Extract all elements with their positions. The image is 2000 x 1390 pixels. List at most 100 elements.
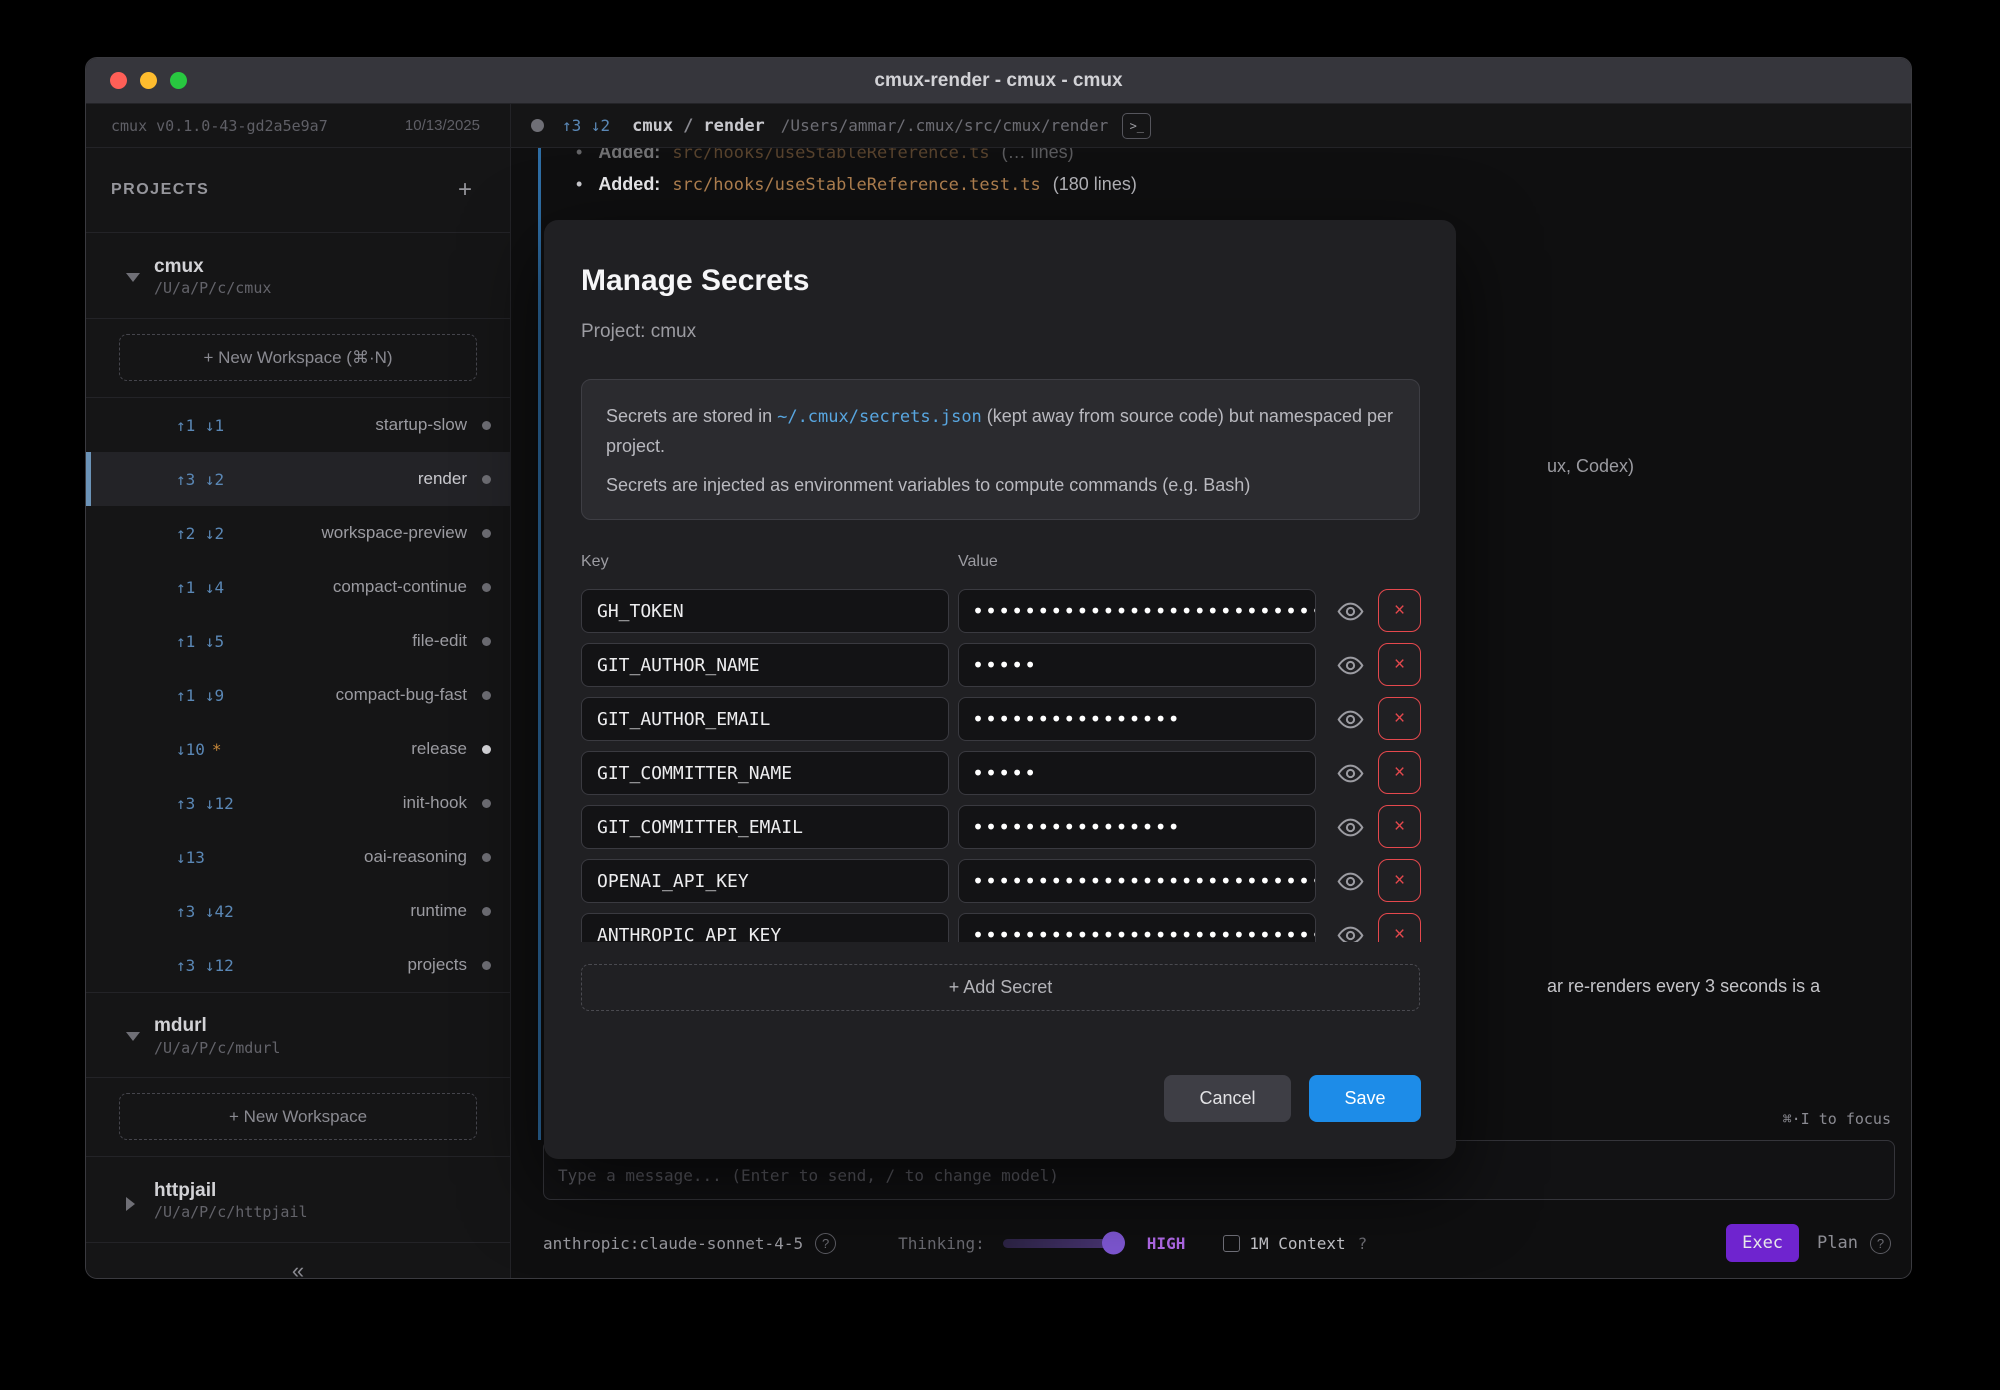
context-1m-checkbox[interactable]	[1223, 1235, 1240, 1252]
workspace-name: startup-slow	[375, 415, 467, 435]
secret-value-input[interactable]: ••••••••••••••••••••••••••••••	[958, 913, 1316, 942]
new-workspace-button[interactable]: + New Workspace	[119, 1093, 477, 1140]
zoom-window-button[interactable]	[170, 72, 187, 89]
close-window-button[interactable]	[110, 72, 127, 89]
eye-icon[interactable]	[1337, 706, 1364, 733]
secret-value-input[interactable]: •••••	[958, 643, 1316, 687]
context-help-icon[interactable]: ?	[1358, 1234, 1368, 1253]
secret-value-input[interactable]: ••••••••••••••••••••••••••••••	[958, 589, 1316, 633]
workspace-name: release	[411, 739, 467, 759]
file-path-link[interactable]: src/hooks/useStableReference.test.ts	[672, 175, 1040, 195]
model-help-icon[interactable]: ?	[815, 1233, 836, 1254]
add-project-icon[interactable]: +	[458, 176, 472, 204]
sidebar-item-file-edit[interactable]: ↑1 ↓5 file-edit	[86, 614, 510, 668]
terminal-icon[interactable]: >_	[1122, 113, 1151, 139]
eye-icon[interactable]	[1337, 598, 1364, 625]
exec-mode-button[interactable]: Exec	[1726, 1224, 1799, 1262]
secret-row: •••••••••••••••• ×	[544, 805, 1456, 849]
thinking-level-badge: HIGH	[1147, 1234, 1186, 1253]
secret-key-input[interactable]	[581, 859, 949, 903]
secret-key-input[interactable]	[581, 589, 949, 633]
remove-secret-button[interactable]: ×	[1378, 643, 1421, 686]
remove-secret-button[interactable]: ×	[1378, 859, 1421, 902]
remove-secret-button[interactable]: ×	[1378, 589, 1421, 632]
project-name: httpjail	[154, 1178, 308, 1204]
breadcrumb-workspace[interactable]: render	[703, 116, 764, 136]
plan-mode-button[interactable]: Plan	[1817, 1233, 1858, 1253]
secret-row: ••••• ×	[544, 751, 1456, 795]
secret-key-input[interactable]	[581, 913, 949, 942]
secret-value-input[interactable]: ••••••••••••••••••••••••••••••	[958, 859, 1316, 903]
workspace-git-stats: ↓10	[176, 740, 205, 759]
workspace-status-dot	[482, 529, 491, 538]
occluded-text-fragment: ar re-renders every 3 seconds is a	[1547, 976, 1820, 997]
secret-value-input[interactable]: ••••••••••••••••	[958, 805, 1316, 849]
minimize-window-button[interactable]	[140, 72, 157, 89]
eye-icon[interactable]	[1337, 652, 1364, 679]
secrets-info-box: Secrets are stored in ~/.cmux/secrets.js…	[581, 379, 1420, 520]
breadcrumb-project[interactable]: cmux	[632, 116, 673, 136]
sidebar-item-projects[interactable]: ↑3 ↓12 projects	[86, 938, 510, 992]
statusbar: anthropic:claude-sonnet-4-5 ? Thinking: …	[543, 1218, 1891, 1268]
new-workspace-button[interactable]: + New Workspace (⌘·N)	[119, 334, 477, 381]
secret-value-input[interactable]: ••••••••••••••••	[958, 697, 1316, 741]
secret-row: •••••••••••••••• ×	[544, 697, 1456, 741]
slider-knob[interactable]	[1102, 1232, 1125, 1255]
secret-key-input[interactable]	[581, 697, 949, 741]
sidebar-item-oai-reasoning[interactable]: ↓13 oai-reasoning	[86, 830, 510, 884]
traffic-lights	[110, 72, 187, 89]
sidebar: cmux v0.1.0-43-gd2a5e9a7 10/13/2025 PROJ…	[86, 104, 511, 1278]
workspace-git-stats: ↑3 ↓42	[176, 902, 234, 921]
sidebar-project-mdurl[interactable]: mdurl /U/a/P/c/mdurl	[86, 992, 510, 1078]
remove-secret-button[interactable]: ×	[1378, 751, 1421, 794]
secret-key-input[interactable]	[581, 805, 949, 849]
chevron-right-icon[interactable]	[126, 1197, 135, 1211]
sidebar-item-render[interactable]: ↑3 ↓2 render	[86, 452, 510, 506]
workspace-name: compact-continue	[333, 577, 467, 597]
sidebar-item-init-hook[interactable]: ↑3 ↓12 init-hook	[86, 776, 510, 830]
workspace-git-stats: ↑3 ↓12	[176, 794, 234, 813]
eye-icon[interactable]	[1337, 922, 1364, 942]
secret-key-input[interactable]	[581, 751, 949, 795]
eye-icon[interactable]	[1337, 868, 1364, 895]
added-file-line: • Added: src/hooks/useStableReference.te…	[576, 174, 1137, 195]
thinking-label: Thinking:	[898, 1234, 985, 1253]
git-stats: ↑3 ↓2	[562, 116, 610, 135]
workspace-status-dot	[482, 637, 491, 646]
breadcrumb-separator: /	[683, 116, 693, 136]
sidebar-item-compact-continue[interactable]: ↑1 ↓4 compact-continue	[86, 560, 510, 614]
mode-help-icon[interactable]: ?	[1870, 1233, 1891, 1254]
add-secret-button[interactable]: + Add Secret	[581, 964, 1420, 1011]
remove-secret-button[interactable]: ×	[1378, 697, 1421, 740]
secrets-list: •••••••••••••••••••••••••••••• × ••••• ×…	[544, 589, 1456, 942]
workspace-status-dot	[482, 583, 491, 592]
sidebar-item-release[interactable]: ↓10 * release	[86, 722, 510, 776]
workspace-name: init-hook	[403, 793, 467, 813]
sidebar-item-startup-slow[interactable]: ↑1 ↓1 startup-slow	[86, 398, 510, 452]
workspace-name: runtime	[410, 901, 467, 921]
workspace-status-dot	[482, 799, 491, 808]
secret-row: ••••• ×	[544, 643, 1456, 687]
sidebar-item-runtime[interactable]: ↑3 ↓42 runtime	[86, 884, 510, 938]
remove-secret-button[interactable]: ×	[1378, 913, 1421, 942]
sidebar-project-cmux[interactable]: cmux /U/a/P/c/cmux	[86, 233, 510, 319]
secret-row: •••••••••••••••••••••••••••••• ×	[544, 589, 1456, 633]
chevron-down-icon[interactable]	[126, 273, 140, 282]
secret-value-input[interactable]: •••••	[958, 751, 1316, 795]
focus-shortcut-hint: ⌘·I to focus	[1783, 1110, 1891, 1128]
collapse-sidebar-icon[interactable]: «	[292, 1258, 304, 1279]
save-button[interactable]: Save	[1309, 1075, 1421, 1122]
sidebar-item-compact-bug-fast[interactable]: ↑1 ↓9 compact-bug-fast	[86, 668, 510, 722]
eye-icon[interactable]	[1337, 814, 1364, 841]
model-name[interactable]: anthropic:claude-sonnet-4-5	[543, 1234, 803, 1253]
sidebar-item-workspace-preview[interactable]: ↑2 ↓2 workspace-preview	[86, 506, 510, 560]
chevron-down-icon[interactable]	[126, 1032, 140, 1041]
eye-icon[interactable]	[1337, 760, 1364, 787]
workspace-git-stats: ↓13	[176, 848, 205, 867]
project-name: mdurl	[154, 1013, 280, 1039]
remove-secret-button[interactable]: ×	[1378, 805, 1421, 848]
thinking-slider[interactable]	[1003, 1239, 1121, 1248]
sidebar-project-httpjail[interactable]: httpjail /U/a/P/c/httpjail	[86, 1157, 510, 1243]
cancel-button[interactable]: Cancel	[1164, 1075, 1291, 1122]
secret-key-input[interactable]	[581, 643, 949, 687]
